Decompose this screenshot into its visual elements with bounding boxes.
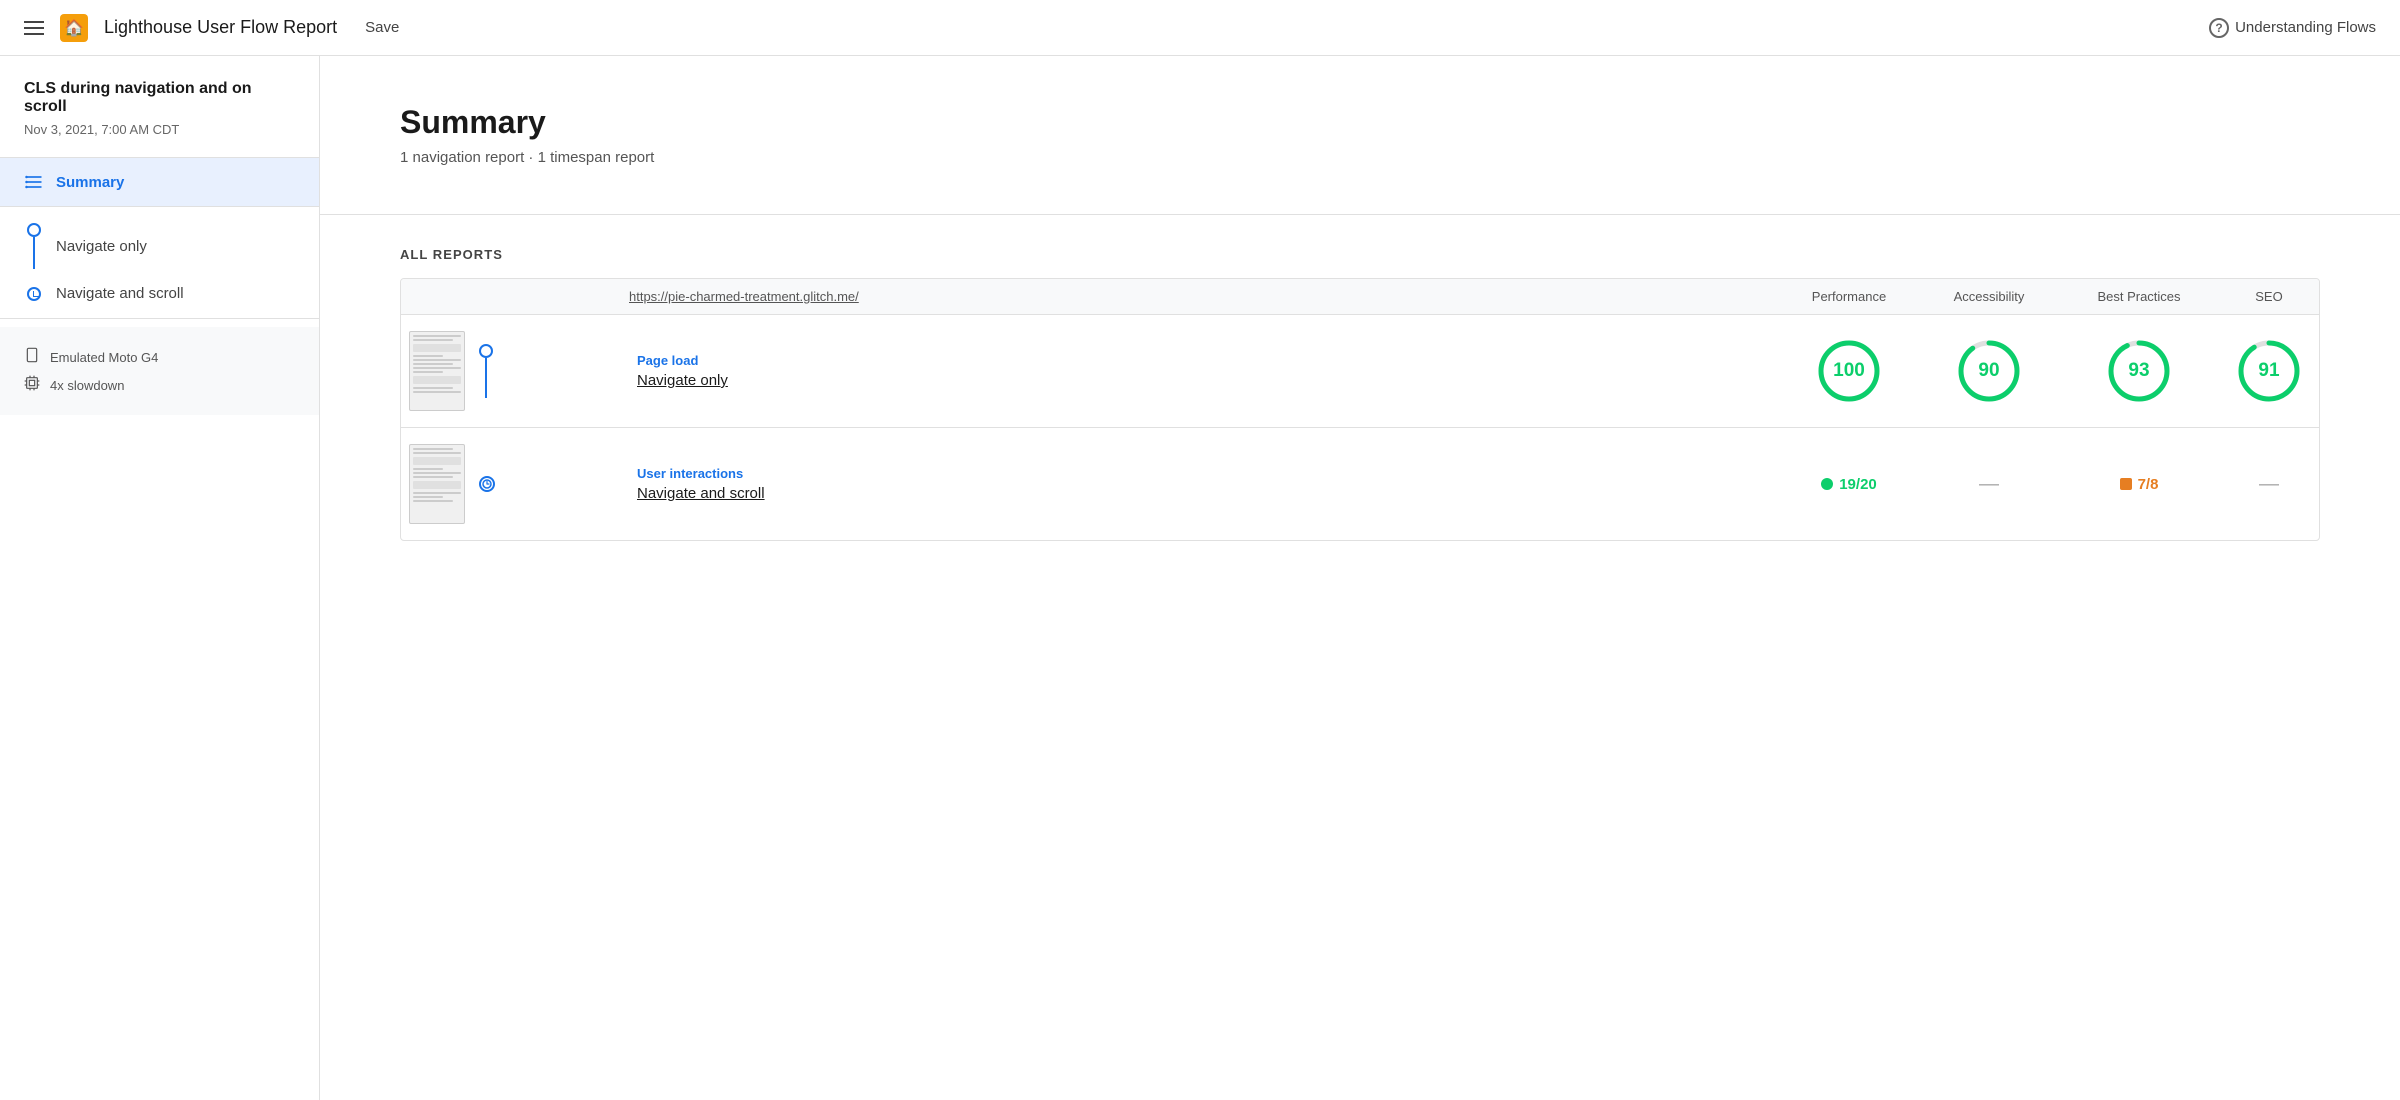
- sidebar-divider-3: [0, 318, 319, 319]
- score-badge-bp-2: 7/8: [2120, 476, 2159, 493]
- th-best-practices: Best Practices: [2059, 279, 2219, 314]
- page-thumbnail-1: [409, 331, 465, 411]
- score-circle-access-1: 90: [1957, 339, 2021, 403]
- score-circle-perf-1: 100: [1817, 339, 1881, 403]
- row1-timeline: [479, 344, 493, 398]
- row2-timeline: [479, 476, 495, 492]
- score-perf-2: 19/20: [1779, 476, 1919, 493]
- row1-timeline-info: [471, 344, 621, 398]
- sidebar-report-title: CLS during navigation and on scroll: [0, 56, 319, 120]
- score-access-2: —: [1919, 473, 2059, 496]
- score-badge-perf-2: 19/20: [1821, 476, 1877, 493]
- content-area: Summary 1 navigation report · 1 timespan…: [320, 56, 2400, 1100]
- row2-timeline-info: [471, 476, 621, 492]
- timeline-dot-clock: [27, 287, 41, 301]
- report-name-2[interactable]: Navigate and scroll: [637, 485, 1763, 502]
- main-layout: CLS during navigation and on scroll Nov …: [0, 56, 2400, 1100]
- device-icon: [24, 347, 40, 367]
- sidebar-meta-slowdown: 4x slowdown: [24, 371, 295, 399]
- score-square-bp-2: [2120, 478, 2132, 490]
- row2-timeline-dot-clock: [479, 476, 495, 492]
- sidebar-meta-device: Emulated Moto G4: [24, 343, 295, 371]
- save-button[interactable]: Save: [353, 13, 411, 42]
- score-text-bp-2: 7/8: [2138, 476, 2159, 493]
- summary-subtitle: 1 navigation report · 1 timespan report: [400, 149, 2320, 166]
- timeline-dot-circle: [27, 223, 41, 237]
- report-info-2: User interactions Navigate and scroll: [621, 466, 1779, 502]
- score-dash-seo-2: —: [2259, 473, 2279, 496]
- list-icon: [24, 172, 44, 192]
- th-empty-2: [471, 279, 621, 314]
- report-row-2: User interactions Navigate and scroll 19…: [401, 428, 2319, 540]
- thumbnail-1: [401, 331, 471, 411]
- score-value-seo-1: 91: [2258, 360, 2279, 382]
- score-text-perf-2: 19/20: [1839, 476, 1877, 493]
- timeline-connector-1: [24, 223, 44, 269]
- summary-section: Summary 1 navigation report · 1 timespan…: [320, 56, 2400, 215]
- report-row-1: Page load Navigate only 100: [401, 315, 2319, 428]
- nav-items-wrapper: Navigate only Navigate and scroll: [0, 207, 319, 318]
- timeline-connector-2: [24, 287, 44, 301]
- meta-device-label: Emulated Moto G4: [50, 350, 158, 365]
- th-seo: SEO: [2219, 279, 2319, 314]
- app-title: Lighthouse User Flow Report: [104, 17, 337, 38]
- row1-timeline-line: [485, 358, 487, 398]
- score-bp-2: 7/8: [2059, 476, 2219, 493]
- nav-label-navigate-only: Navigate only: [56, 238, 147, 255]
- meta-slowdown-label: 4x slowdown: [50, 378, 124, 393]
- timeline-line-1: [33, 237, 35, 269]
- header-right: ? Understanding Flows: [2209, 18, 2376, 38]
- score-circle-bp-1: 93: [2107, 339, 2171, 403]
- score-value-access-1: 90: [1978, 360, 1999, 382]
- summary-title: Summary: [400, 104, 2320, 141]
- score-bp-1: 93: [2059, 339, 2219, 403]
- th-accessibility: Accessibility: [1919, 279, 2059, 314]
- help-icon: ?: [2209, 18, 2229, 38]
- report-type-1: Page load: [637, 353, 1763, 368]
- score-seo-1: 91: [2219, 339, 2319, 403]
- sidebar-meta: Emulated Moto G4: [0, 327, 319, 415]
- nav-item-navigate-scroll[interactable]: Navigate and scroll: [24, 277, 295, 310]
- sidebar-report-date: Nov 3, 2021, 7:00 AM CDT: [0, 120, 319, 157]
- cpu-icon: [24, 375, 40, 395]
- th-performance: Performance: [1779, 279, 1919, 314]
- score-seo-2: —: [2219, 473, 2319, 496]
- page-thumbnail-2: [409, 444, 465, 524]
- all-reports-label: ALL REPORTS: [400, 247, 2320, 262]
- th-empty-1: [401, 279, 471, 314]
- th-url: https://pie-charmed-treatment.glitch.me/: [621, 279, 1779, 314]
- score-circle-seo-1: 91: [2237, 339, 2301, 403]
- score-dash-access-2: —: [1979, 473, 1999, 496]
- score-dot-perf-2: [1821, 478, 1833, 490]
- nav-item-navigate-only[interactable]: Navigate only: [24, 215, 295, 277]
- score-value-perf-1: 100: [1833, 360, 1865, 382]
- thumbnail-2: [401, 444, 471, 524]
- score-access-1: 90: [1919, 339, 2059, 403]
- sidebar-summary-label: Summary: [56, 174, 124, 191]
- understanding-flows-link[interactable]: ? Understanding Flows: [2209, 18, 2376, 38]
- sidebar-summary-item[interactable]: Summary: [0, 158, 319, 206]
- header: 🏠 Lighthouse User Flow Report Save ? Und…: [0, 0, 2400, 56]
- report-info-1: Page load Navigate only: [621, 353, 1779, 389]
- row1-timeline-dot: [479, 344, 493, 358]
- score-perf-1: 100: [1779, 339, 1919, 403]
- report-name-1[interactable]: Navigate only: [637, 372, 1763, 389]
- header-left: 🏠 Lighthouse User Flow Report Save: [24, 13, 2209, 42]
- hamburger-menu[interactable]: [24, 21, 44, 35]
- nav-label-navigate-scroll: Navigate and scroll: [56, 285, 184, 302]
- report-type-2: User interactions: [637, 466, 1763, 481]
- understanding-flows-label: Understanding Flows: [2235, 19, 2376, 36]
- sidebar: CLS during navigation and on scroll Nov …: [0, 56, 320, 1100]
- score-value-bp-1: 93: [2128, 360, 2149, 382]
- reports-section: ALL REPORTS https://pie-charmed-treatmen…: [320, 215, 2400, 573]
- lighthouse-logo: 🏠: [60, 14, 88, 42]
